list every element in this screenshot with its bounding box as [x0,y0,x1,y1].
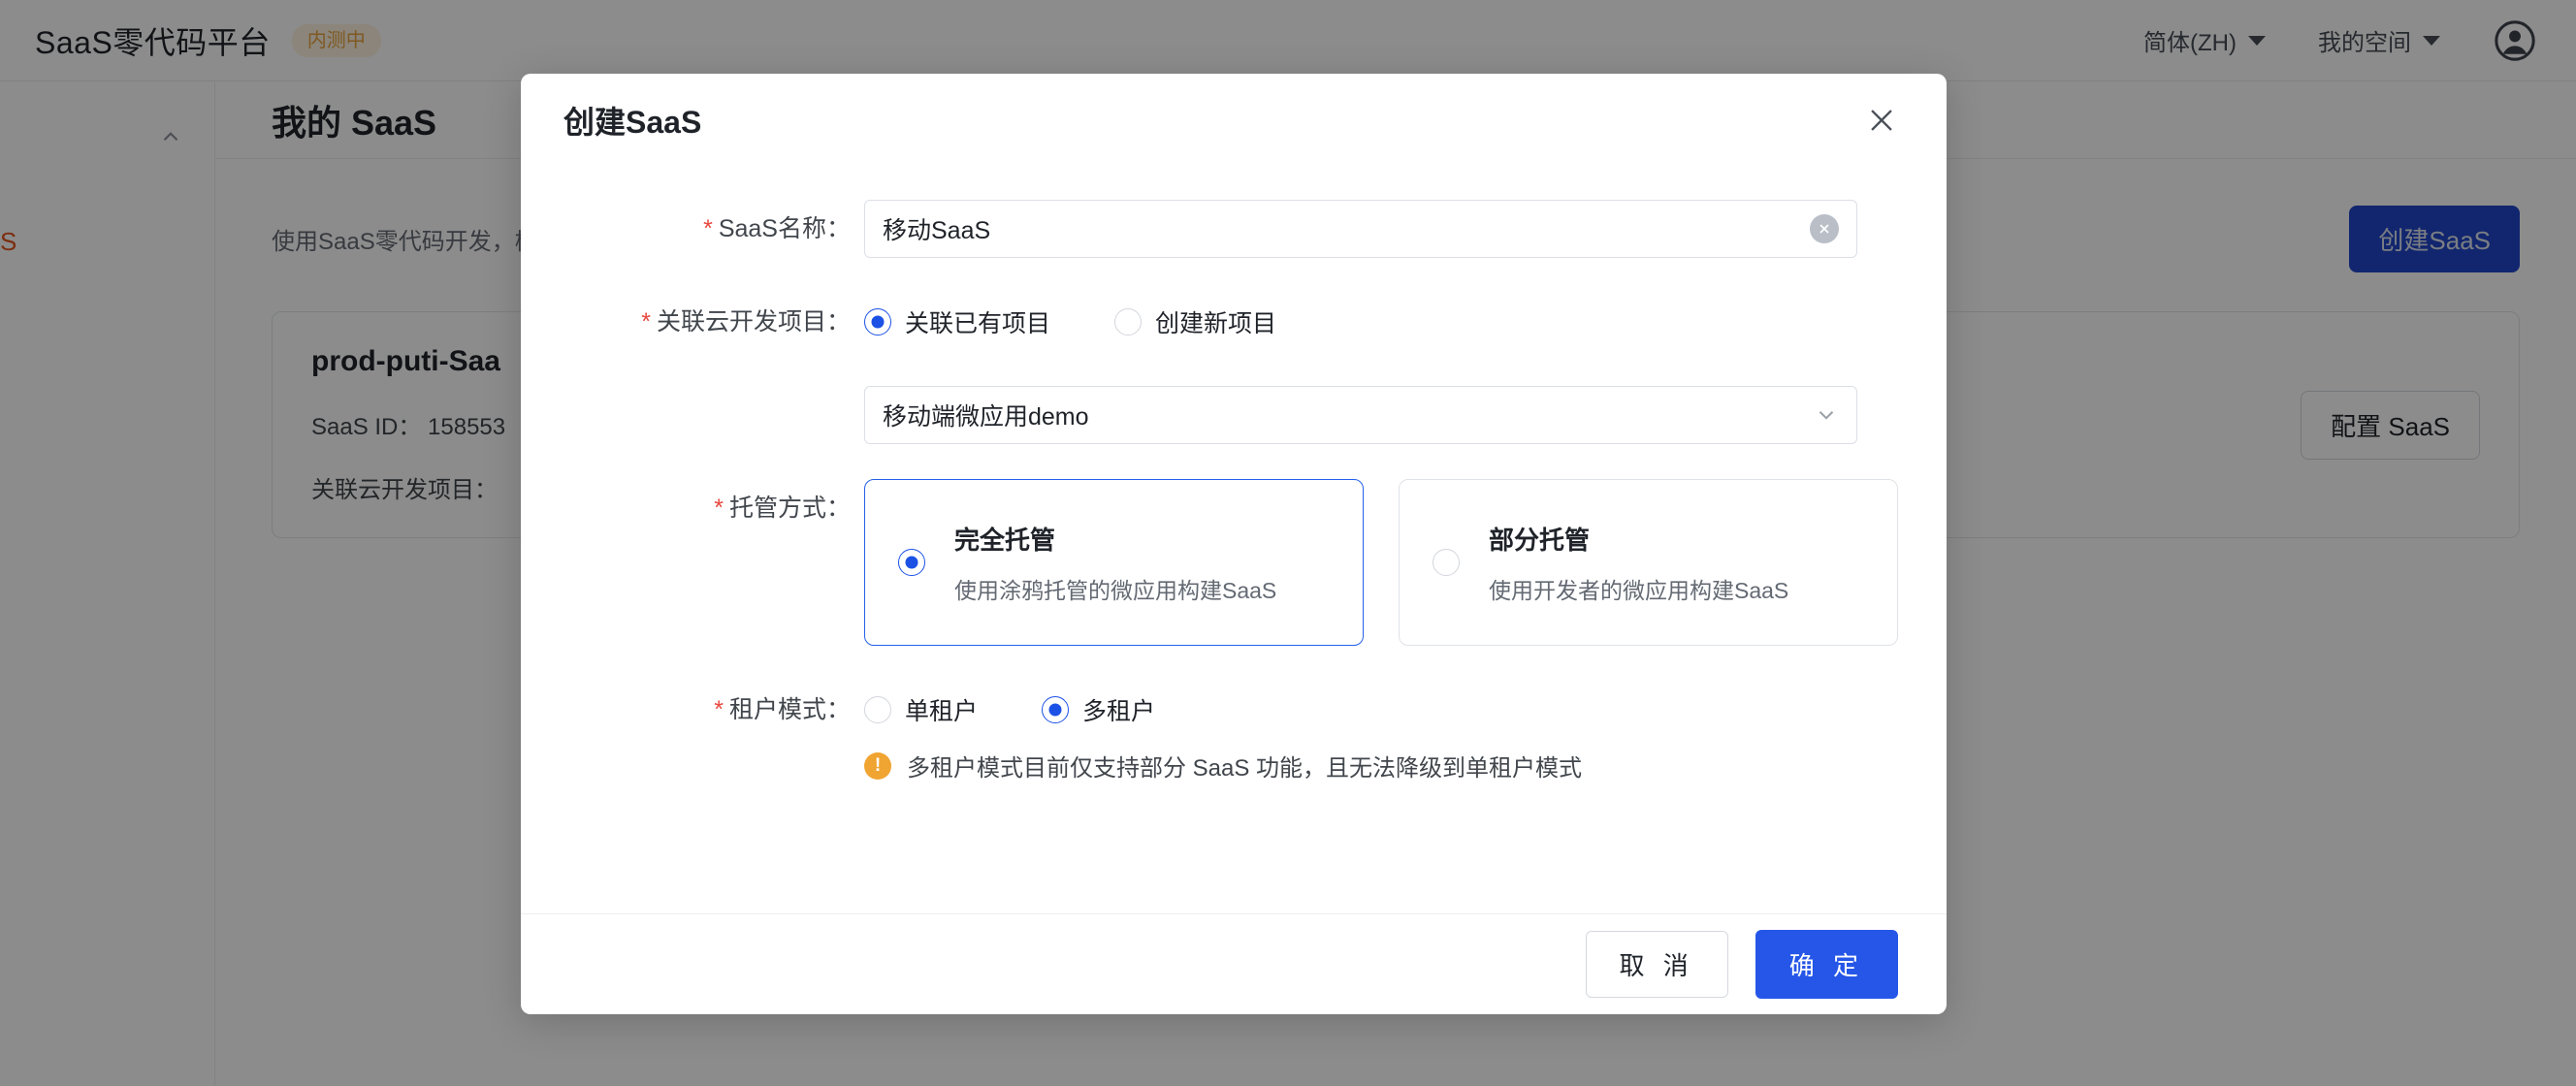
required-marker: * [714,495,724,522]
project-select-label-spacer [564,386,864,444]
tenant-mode-warning-text: 多租户模式目前仅支持部分 SaaS 功能，且无法降级到单租户模式 [907,755,1583,782]
project-mode-label: * 关联云开发项目： [564,293,864,351]
form-row-project-select: 移动端微应用demo [564,386,1898,444]
radio-option-multi-tenant[interactable]: 多租户 [1042,692,1155,727]
form-row-tenant-mode: * 租户模式： 单租户 多租户 ! 多租户模式目前仅支持部分 SaaS 功能，且无… [564,681,1898,783]
form-row-project-mode: * 关联云开发项目： 关联已有项目 创建新项目 [564,293,1898,351]
hosting-card-full-texts: 完全托管 使用涂鸦托管的微应用构建SaaS [954,521,1276,605]
radio-option-label: 关联已有项目 [905,310,1051,337]
required-marker: * [641,308,651,335]
tenant-mode-label: * 租户模式： [564,681,864,783]
dialog-footer: 取 消 确 定 [521,913,1947,1014]
hosting-card-title: 完全托管 [954,525,1056,555]
chevron-down-icon [1814,402,1839,428]
form-row-saas-name: * SaaS名称： 移动SaaS [564,200,1898,258]
project-select-value: 移动端微应用demo [883,403,1089,431]
required-marker: * [714,696,724,723]
project-mode-label-text: 关联云开发项目： [656,308,851,335]
tenant-mode-field-wrap: 单租户 多租户 ! 多租户模式目前仅支持部分 SaaS 功能，且无法降级到单租户… [864,681,1898,783]
hosting-card-desc: 使用开发者的微应用构建SaaS [1489,577,1789,603]
saas-name-input[interactable]: 移动SaaS [864,200,1857,258]
saas-name-label-text: SaaS名称： [718,215,851,242]
hosting-card-title: 部分托管 [1489,525,1591,555]
dialog-body: * SaaS名称： 移动SaaS * 关联云开发项目： 关联已有项目 创建新项目… [521,167,1947,913]
radio-indicator [864,308,891,335]
radio-option-label: 单租户 [905,698,979,725]
project-mode-radio-group: 关联已有项目 创建新项目 [864,293,1898,351]
hosting-mode-field-wrap: 完全托管 使用涂鸦托管的微应用构建SaaS 部分托管 使用开发者的微应用构建Sa… [864,479,1898,646]
radio-option-new-project[interactable]: 创建新项目 [1114,304,1276,339]
saas-name-input-value: 移动SaaS [883,217,991,244]
hosting-card-partial[interactable]: 部分托管 使用开发者的微应用构建SaaS [1399,479,1898,646]
radio-option-existing-project[interactable]: 关联已有项目 [864,304,1050,339]
tenant-mode-warning: ! 多租户模式目前仅支持部分 SaaS 功能，且无法降级到单租户模式 [864,749,1898,783]
hosting-mode-label-text: 托管方式： [728,495,851,522]
saas-name-label: * SaaS名称： [564,200,864,258]
tenant-mode-radio-group: 单租户 多租户 [864,681,1898,739]
cancel-button[interactable]: 取 消 [1585,931,1728,998]
close-icon[interactable] [1865,104,1898,137]
radio-indicator [1114,308,1143,335]
create-saas-dialog: 创建SaaS * SaaS名称： 移动SaaS * 关联云开发项目： 关联已有项… [521,74,1947,1014]
radio-option-label: 创建新项目 [1155,310,1277,337]
hosting-card-full[interactable]: 完全托管 使用涂鸦托管的微应用构建SaaS [864,479,1364,646]
radio-indicator [1042,696,1070,723]
hosting-mode-card-group: 完全托管 使用涂鸦托管的微应用构建SaaS 部分托管 使用开发者的微应用构建Sa… [864,479,1898,646]
saas-name-field-wrap: 移动SaaS [864,200,1898,258]
radio-indicator [864,696,891,723]
confirm-button[interactable]: 确 定 [1755,930,1898,999]
clear-circle-icon[interactable] [1810,214,1839,243]
radio-option-single-tenant[interactable]: 单租户 [864,692,978,727]
required-marker: * [703,215,713,242]
project-select-field-wrap: 移动端微应用demo [864,386,1898,444]
radio-indicator [1433,549,1460,576]
warning-icon: ! [864,751,891,780]
project-select[interactable]: 移动端微应用demo [864,386,1857,444]
tenant-mode-label-text: 租户模式： [728,696,851,723]
radio-option-label: 多租户 [1082,698,1156,725]
hosting-mode-label: * 托管方式： [564,479,864,646]
hosting-card-partial-texts: 部分托管 使用开发者的微应用构建SaaS [1489,521,1788,605]
radio-indicator [898,549,925,576]
dialog-title: 创建SaaS [564,105,702,140]
dialog-header: 创建SaaS [521,74,1947,167]
hosting-card-desc: 使用涂鸦托管的微应用构建SaaS [954,577,1277,603]
form-row-hosting-mode: * 托管方式： 完全托管 使用涂鸦托管的微应用构建SaaS 部分托管 使用开发者… [564,479,1898,646]
project-mode-field-wrap: 关联已有项目 创建新项目 [864,293,1898,351]
